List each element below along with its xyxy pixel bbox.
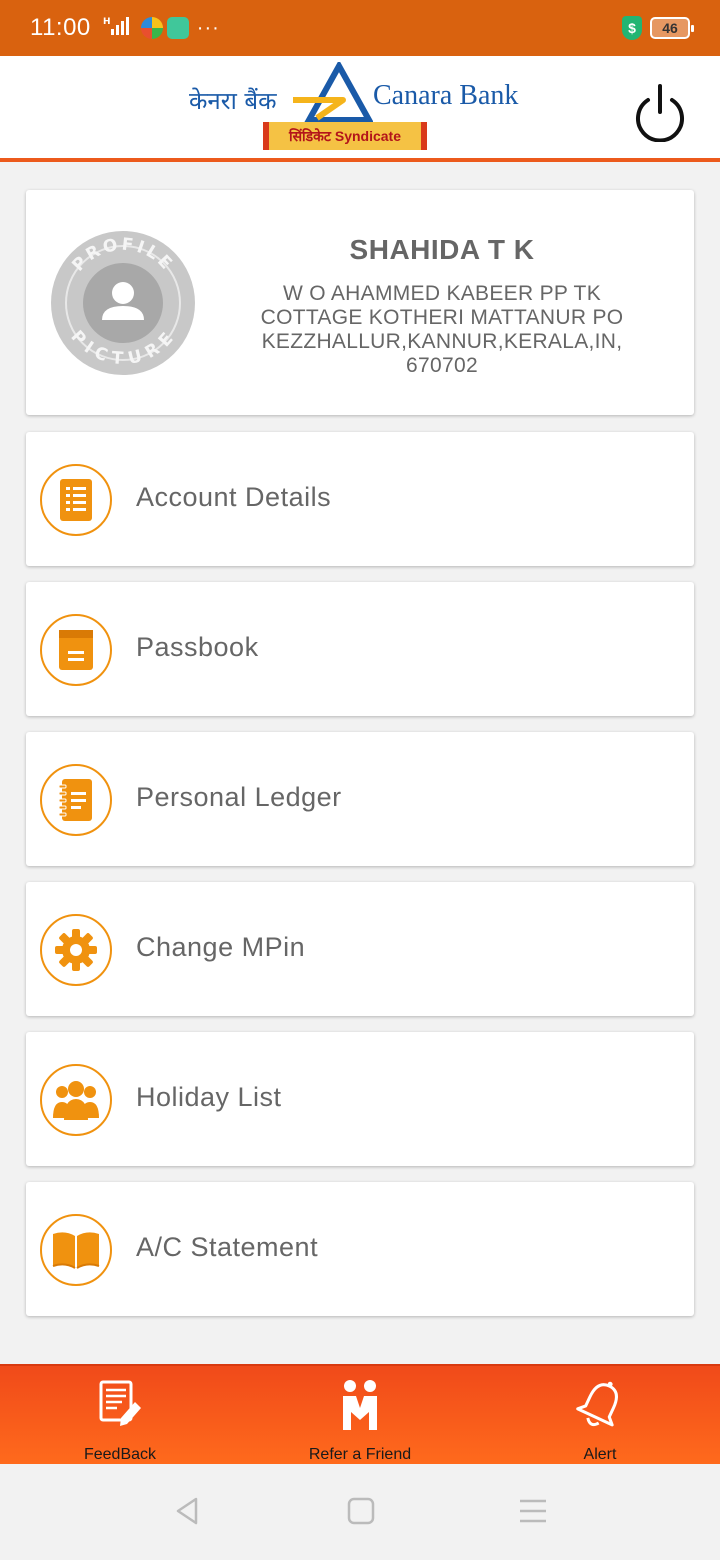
menu-item-passbook[interactable]: Passbook (26, 582, 694, 716)
profile-name: SHAHIDA T K (349, 234, 535, 265)
menu-item-change-mpin[interactable]: Change MPin (26, 882, 694, 1016)
menu-item-holiday-list[interactable]: Holiday List (26, 1032, 694, 1166)
refer-friend-icon (343, 1380, 377, 1430)
status-bar: 11:00 H ··· $ 46 (0, 0, 720, 56)
address-line: 670702 (406, 354, 478, 377)
nav-alert[interactable]: Alert (480, 1366, 720, 1466)
menu-label: Passbook (136, 632, 259, 662)
menu-label: Account Details (136, 482, 332, 512)
app-header: केनरा बैंक Canara Bank सिंडिकेट Syndicat… (0, 56, 720, 162)
status-time: 11:00 (30, 14, 91, 41)
logo-english-text: Canara Bank (373, 80, 519, 111)
recents-icon[interactable] (518, 1496, 548, 1526)
menu-label: Holiday List (136, 1082, 282, 1112)
menu-label: A/C Statement (136, 1232, 319, 1262)
profile-card: PROFILE PICTURE SHAHIDA T K W O AHAMMED … (26, 190, 694, 415)
power-icon[interactable] (632, 82, 688, 142)
syndicate-text: सिंडिकेट Syndicate (288, 127, 402, 144)
list-icon (40, 464, 112, 536)
menu-item-personal-ledger[interactable]: Personal Ledger (26, 732, 694, 866)
address-line: W O AHAMMED KABEER PP TK (283, 282, 601, 305)
system-nav-bar (0, 1464, 720, 1560)
bell-icon (576, 1381, 618, 1427)
nav-label: Alert (583, 1446, 617, 1463)
more-icon: ··· (196, 16, 220, 39)
menu-label: Personal Ledger (136, 782, 342, 812)
nav-label: Refer a Friend (308, 1446, 412, 1463)
notification-icons (140, 17, 189, 39)
gear-icon (40, 914, 112, 986)
nav-feedback[interactable]: FeedBack (0, 1366, 240, 1466)
address-line: KEZZHALLUR,KANNUR,KERALA,IN, (261, 330, 623, 353)
app-icon-colorful (140, 17, 163, 39)
canara-triangle-icon (293, 62, 373, 123)
ledger-icon (40, 764, 112, 836)
profile-address: W O AHAMMED KABEER PP TK COTTAGE KOTHERI… (226, 282, 658, 378)
feedback-icon (99, 1380, 141, 1426)
svg-text:H: H (103, 17, 110, 27)
home-icon[interactable] (346, 1496, 376, 1526)
menu-label: Change MPin (136, 932, 306, 962)
passbook-icon (40, 614, 112, 686)
canara-bank-logo: केनरा बैंक Canara Bank सिंडिकेट Syndicat… (185, 60, 540, 156)
battery-icon: 46 (650, 17, 694, 39)
logo-hindi-text: केनरा बैंक (189, 87, 277, 115)
app-icon-green (166, 17, 189, 39)
group-icon (40, 1064, 112, 1136)
signal-icon: H (103, 15, 131, 42)
bottom-nav: FeedBack Refer a Friend Alert (0, 1364, 720, 1464)
nav-label: FeedBack (83, 1446, 157, 1463)
menu-item-account-details[interactable]: Account Details (26, 432, 694, 566)
syndicate-strip: सिंडिकेट Syndicate (263, 122, 427, 150)
open-book-icon (40, 1214, 112, 1286)
nav-refer-friend[interactable]: Refer a Friend (240, 1366, 480, 1466)
address-line: COTTAGE KOTHERI MATTANUR PO (260, 306, 624, 329)
back-icon[interactable] (172, 1496, 202, 1526)
menu-item-ac-statement[interactable]: A/C Statement (26, 1182, 694, 1316)
shield-dollar-icon: $ (622, 16, 642, 40)
profile-picture-icon: PROFILE PICTURE (51, 231, 195, 375)
